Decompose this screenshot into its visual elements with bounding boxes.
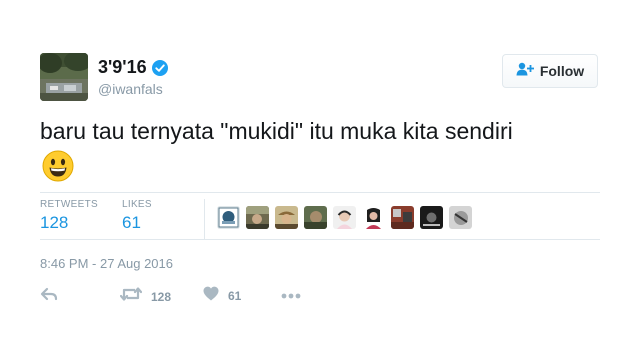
tweet-timestamp[interactable]: 8:46 PM - 27 Aug 2016 [40,256,173,271]
liker-avatar[interactable] [420,206,443,229]
follow-button-label: Follow [539,63,585,79]
more-button[interactable] [281,286,301,304]
retweets-label: RETWEETS [40,199,98,210]
retweet-button[interactable]: 128 [119,286,172,307]
tweet-actions: 128 61 [0,286,640,306]
grinning-face-emoji-icon [42,150,74,182]
tweet-text: baru tau ternyata "mukidi" itu muka kita… [40,118,513,144]
add-user-icon [516,62,534,81]
reply-icon [40,286,58,307]
verified-badge-icon [151,59,168,76]
display-name[interactable]: 3'9'16 [98,57,168,78]
tweet-card: 3'9'16 @iwanfals Follow baru tau ternyat… [0,0,640,360]
liker-avatar[interactable] [449,206,472,229]
heart-icon [203,286,219,306]
avatar[interactable] [40,53,88,101]
more-dots-icon [281,286,301,304]
liker-avatar[interactable] [333,206,356,229]
stats-separator [204,199,205,239]
likes-label: LIKES [122,199,152,210]
liker-avatar[interactable] [362,206,385,229]
retweet-icon [119,286,143,307]
retweet-action-count: 128 [151,289,172,304]
like-action-count: 61 [228,289,242,303]
divider-top [40,192,600,193]
liker-avatar[interactable] [275,206,298,229]
reply-button[interactable] [40,286,58,307]
like-button[interactable]: 61 [203,286,241,306]
liker-avatar[interactable] [246,206,269,229]
retweets-count[interactable]: 128 [40,213,98,233]
liker-avatar[interactable] [217,206,240,229]
username[interactable]: @iwanfals [98,81,163,97]
liker-avatar[interactable] [391,206,414,229]
liker-avatar[interactable] [304,206,327,229]
follow-button[interactable]: Follow [502,54,598,88]
display-name-text[interactable]: 3'9'16 [98,57,147,78]
retweets-stat[interactable]: RETWEETS 128 [40,199,98,233]
divider-bottom [40,239,600,240]
likes-stat[interactable]: LIKES 61 [122,199,152,233]
likes-count[interactable]: 61 [122,213,152,233]
likers-avatars [217,206,478,229]
